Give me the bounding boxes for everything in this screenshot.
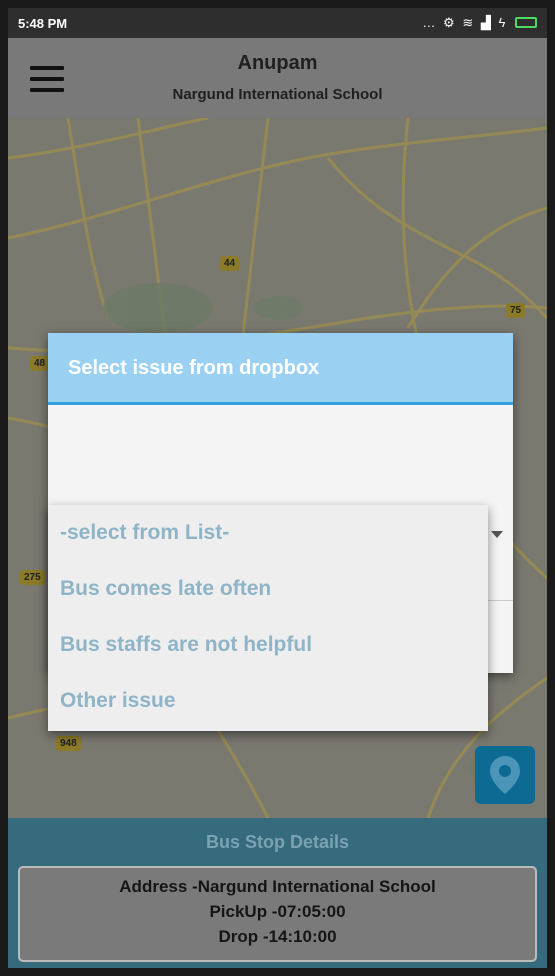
road-label-48: 48 bbox=[30, 356, 50, 371]
bus-stop-drop: Drop -14:10:00 bbox=[218, 927, 337, 946]
battery-icon bbox=[515, 17, 537, 28]
location-button[interactable] bbox=[475, 746, 535, 804]
signal-icon: ▟ bbox=[480, 15, 493, 30]
phone-screen: 5:48 PM … ⚙ ≋ ▟ ϟ Anupam Nargund Interna… bbox=[8, 8, 547, 968]
bus-stop-card: Address -Nargund International School Pi… bbox=[18, 866, 537, 962]
bus-stop-panel: Bus Stop Details Address -Nargund Intern… bbox=[8, 818, 547, 968]
status-time: 5:48 PM bbox=[18, 16, 68, 31]
status-bar: 5:48 PM … ⚙ ≋ ▟ ϟ bbox=[8, 8, 547, 38]
bus-stop-pickup: PickUp -07:05:00 bbox=[209, 902, 346, 921]
more-icon: … bbox=[422, 15, 438, 30]
dropdown-option-late[interactable]: Bus comes late often bbox=[48, 561, 488, 617]
status-icons: … ⚙ ≋ ▟ ϟ bbox=[422, 15, 537, 31]
dropdown-arrow-icon[interactable] bbox=[491, 531, 503, 538]
road-label-275: 275 bbox=[20, 570, 45, 585]
bus-stop-header: Bus Stop Details bbox=[205, 832, 350, 852]
dropdown-option-other[interactable]: Other issue bbox=[48, 673, 488, 729]
issue-dropdown-list: -select from List- Bus comes late often … bbox=[48, 505, 488, 731]
page-title: Anupam bbox=[237, 52, 318, 74]
road-label-44: 44 bbox=[220, 256, 240, 271]
charging-icon: ϟ bbox=[498, 15, 508, 30]
road-label-75: 75 bbox=[506, 303, 526, 318]
alarm-icon: ⚙ bbox=[443, 15, 457, 30]
wifi-icon: ≋ bbox=[462, 15, 476, 30]
location-pin-icon bbox=[490, 756, 520, 794]
bus-stop-address: Address -Nargund International School bbox=[119, 877, 436, 896]
app-bar: Anupam Nargund International School bbox=[8, 38, 547, 118]
spinner-underline bbox=[486, 600, 513, 601]
dropdown-option-placeholder[interactable]: -select from List- bbox=[48, 505, 488, 561]
dropdown-option-staff[interactable]: Bus staffs are not helpful bbox=[48, 617, 488, 673]
page-subtitle: Nargund International School bbox=[172, 86, 383, 103]
dialog-title: Select issue from dropbox bbox=[68, 357, 320, 379]
road-label-948: 948 bbox=[56, 736, 81, 751]
